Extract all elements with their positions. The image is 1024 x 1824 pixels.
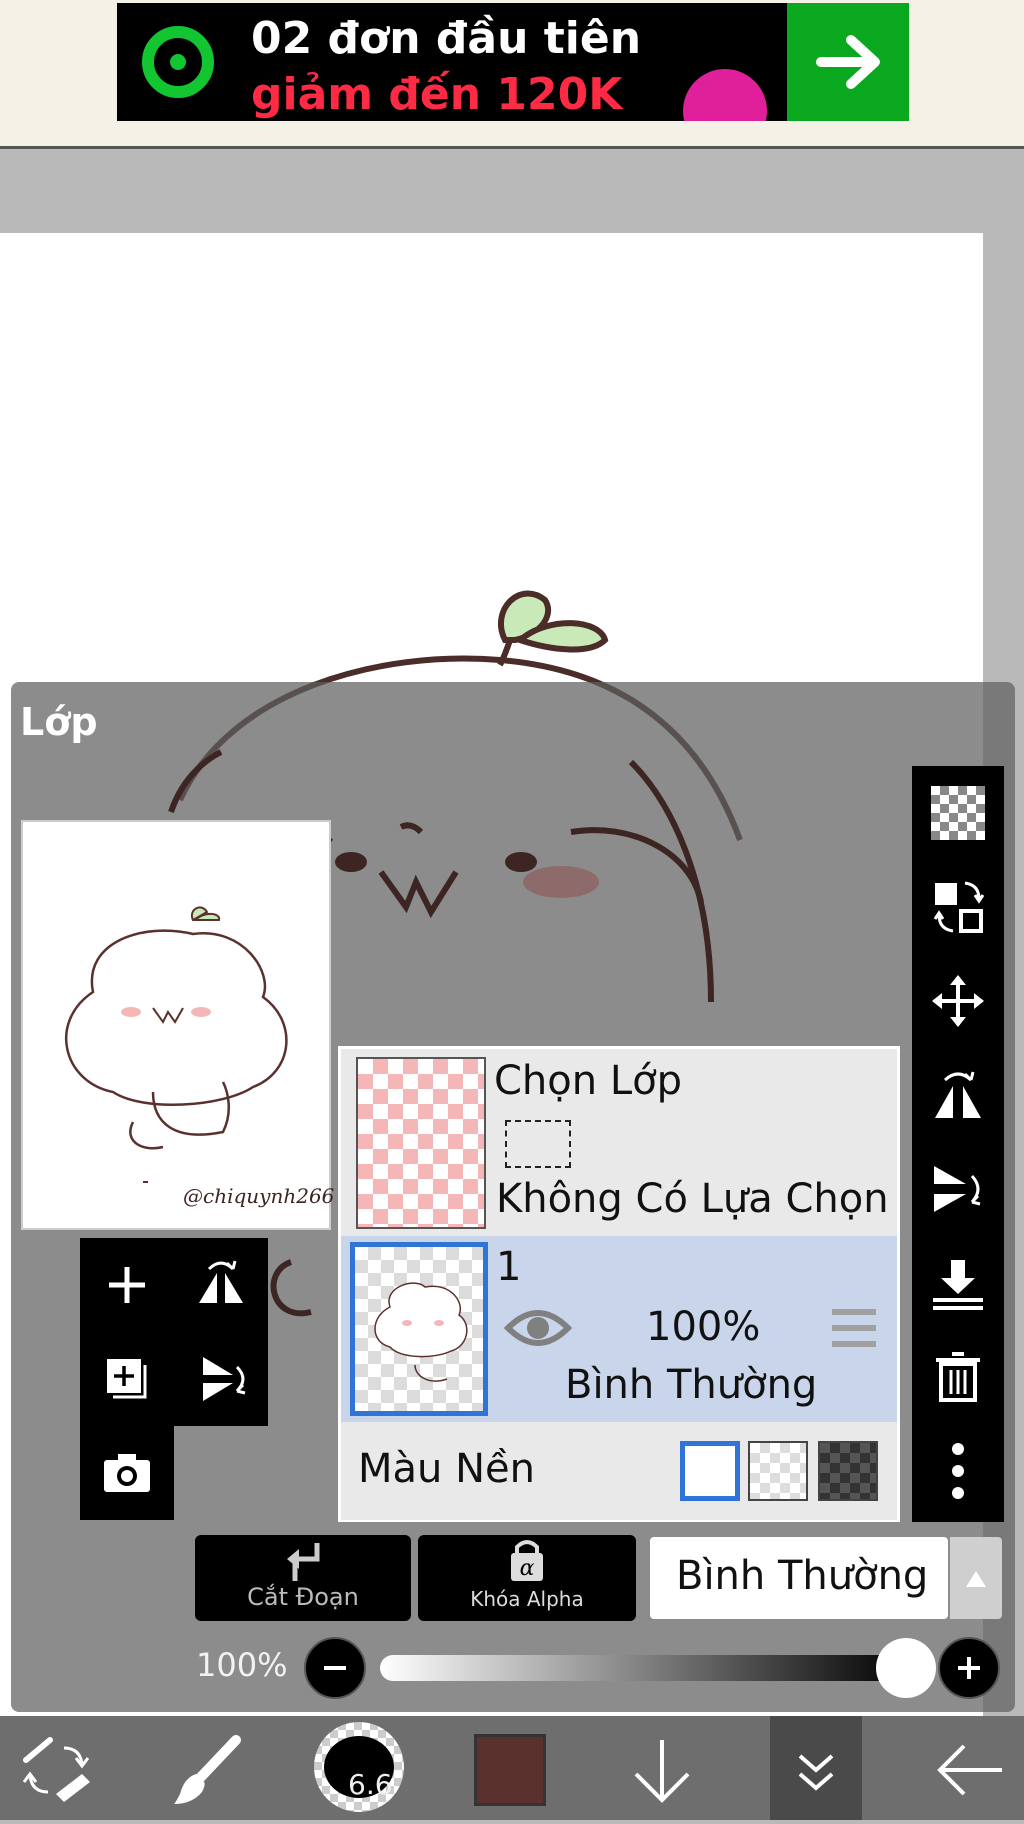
left-tools — [80, 1238, 268, 1426]
flip-vertical-icon — [203, 1357, 246, 1401]
swap-layers-button[interactable] — [912, 860, 1004, 954]
right-toolbar — [912, 766, 1004, 1522]
selection-status: Không Có Lựa Chọn — [496, 1176, 889, 1222]
brush-size-value: 6.6 — [348, 1768, 393, 1801]
alpha-lock-label: Khóa Alpha — [470, 1587, 584, 1611]
arrow-right-icon — [816, 35, 880, 89]
canvas-preview[interactable]: @chiquynh266 — [21, 820, 335, 1230]
opacity-increase-button[interactable] — [938, 1637, 1000, 1699]
background-white-swatch[interactable] — [680, 1441, 740, 1501]
move-button[interactable] — [912, 954, 1004, 1048]
preview-artwork — [65, 906, 288, 1183]
swap-icon — [933, 881, 985, 933]
brush-size-button[interactable]: 6.6 — [314, 1722, 404, 1812]
panel-title: Lớp — [20, 700, 98, 744]
minus-icon — [324, 1666, 346, 1670]
flip-horizontal-right-button[interactable] — [912, 1048, 1004, 1142]
background-color-label: Màu Nền — [358, 1446, 535, 1492]
layer-thumbnail — [350, 1242, 488, 1416]
camera-button[interactable] — [80, 1426, 174, 1520]
brush-tool-icon[interactable] — [170, 1734, 242, 1806]
selection-layer-thumbnail — [356, 1057, 486, 1229]
color-swatch-button[interactable] — [474, 1734, 546, 1806]
eye-visibility-icon[interactable] — [504, 1302, 572, 1354]
arrow-down-icon[interactable] — [630, 1736, 694, 1806]
plus-icon — [109, 1267, 145, 1303]
brush-eraser-swap-icon[interactable] — [20, 1734, 94, 1804]
drag-handle-icon[interactable] — [830, 1306, 878, 1350]
flip-horizontal-button[interactable] — [174, 1238, 268, 1332]
plus-icon — [958, 1657, 980, 1679]
layer-thumbnail-artwork — [374, 1282, 468, 1382]
triangle-up-icon — [966, 1571, 986, 1587]
alpha-lock-button[interactable]: α Khóa Alpha — [418, 1535, 636, 1621]
selection-marquee-icon — [505, 1120, 571, 1168]
delete-layer-button[interactable] — [912, 1330, 1004, 1424]
preview-signature: @chiquynh266 — [183, 1184, 335, 1208]
ad-banner[interactable]: 02 đơn đầu tiên giảm đến 120K — [117, 3, 909, 121]
ad-decoration — [683, 69, 767, 121]
move-arrows-icon — [932, 975, 984, 1027]
ad-cta-button[interactable] — [787, 3, 909, 121]
background-dark-checker-swatch[interactable] — [818, 1441, 878, 1501]
layer-name: 1 — [496, 1244, 522, 1290]
clip-arrow-icon — [287, 1543, 320, 1581]
lock-alpha-icon: α — [511, 1540, 543, 1581]
layers-toggle-button[interactable] — [770, 1716, 862, 1820]
flip-horizontal-icon — [199, 1260, 243, 1303]
opacity-slider-track[interactable] — [380, 1655, 910, 1681]
flip-vertical-right-button[interactable] — [912, 1142, 1004, 1236]
double-chevron-down-icon — [798, 1754, 834, 1791]
transparent-checker-button[interactable] — [912, 766, 1004, 860]
more-options-button[interactable] — [912, 1424, 1004, 1518]
opacity-decrease-button[interactable] — [304, 1637, 366, 1699]
opacity-label: 100% — [196, 1646, 288, 1684]
gojek-logo-icon — [142, 26, 214, 98]
ad-subline: giảm đến 120K — [251, 69, 623, 120]
trash-icon — [936, 1352, 980, 1402]
layer-blend-mode: Bình Thường — [565, 1362, 818, 1408]
merge-down-button[interactable] — [912, 1236, 1004, 1330]
merge-down-icon — [933, 1260, 983, 1310]
selection-layer-name: Chọn Lớp — [494, 1058, 682, 1104]
duplicate-layer-button[interactable] — [80, 1332, 174, 1426]
camera-icon — [104, 1454, 150, 1492]
blend-mode-value: Bình Thường — [676, 1553, 929, 1599]
more-vertical-icon — [952, 1443, 964, 1499]
back-arrow-icon[interactable] — [934, 1740, 1006, 1800]
clip-label: Cắt Đoạn — [247, 1583, 359, 1611]
checker-icon — [931, 786, 985, 840]
flip-vertical-button[interactable] — [174, 1332, 268, 1426]
opacity-slider-thumb[interactable] — [876, 1638, 936, 1698]
flip-vertical-icon — [934, 1166, 981, 1212]
blend-mode-select[interactable]: Bình Thường — [650, 1537, 948, 1619]
flip-horizontal-icon — [935, 1071, 981, 1118]
blend-mode-dropdown-button[interactable] — [950, 1537, 1002, 1619]
ad-headline: 02 đơn đầu tiên — [251, 13, 642, 64]
clip-button[interactable]: Cắt Đoạn — [195, 1535, 411, 1621]
add-copy-icon — [107, 1359, 147, 1399]
background-transparent-swatch[interactable] — [748, 1441, 808, 1501]
svg-text:α: α — [520, 1556, 535, 1581]
layer-opacity: 100% — [646, 1304, 761, 1350]
add-layer-button[interactable] — [80, 1238, 174, 1332]
